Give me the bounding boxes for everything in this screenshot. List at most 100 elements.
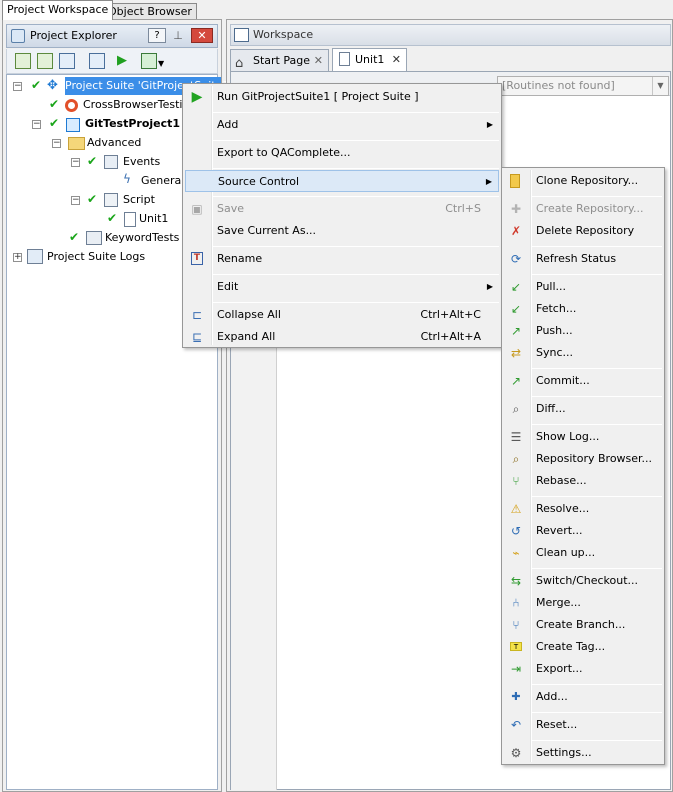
tree-item-advanced[interactable]: Advanced	[87, 134, 141, 152]
menu-item-switch-checkout[interactable]: ⇆ Switch/Checkout...	[504, 570, 662, 592]
tab-object-browser[interactable]: Object Browser	[103, 3, 197, 19]
check-icon: ✔	[107, 211, 118, 225]
menu-item-collapse-all[interactable]: ⊏ Collapse All Ctrl+Alt+C	[185, 304, 499, 326]
menu-item-delete-repository[interactable]: ✗ Delete Repository	[504, 220, 662, 242]
collapse-icon[interactable]: −	[13, 82, 22, 91]
tree-item-crossbrowsertesting[interactable]: CrossBrowserTesting	[83, 96, 196, 114]
menu-item-diff[interactable]: ⌕ Diff...	[504, 398, 662, 420]
tree-item-keywordtests[interactable]: KeywordTests	[105, 229, 179, 247]
menu-item-commit[interactable]: ↗ Commit...	[504, 370, 662, 392]
menu-item-rebase[interactable]: ⑂ Rebase...	[504, 470, 662, 492]
menu-item-rename[interactable]: T Rename	[185, 248, 499, 270]
add-new-item-icon[interactable]	[37, 53, 53, 69]
expand-icon[interactable]: +	[13, 253, 22, 262]
menu-item-export[interactable]: ⇥ Export...	[504, 658, 662, 680]
menu-item-reset[interactable]: ↶ Reset...	[504, 714, 662, 736]
menu-item-clone-repository[interactable]: Clone Repository...	[504, 170, 662, 192]
merge-icon: ⑃	[512, 596, 520, 610]
routines-dropdown[interactable]: [Routines not found] ▼	[497, 76, 669, 96]
menu-label: Merge...	[536, 596, 581, 609]
tab-project-workspace[interactable]: Project Workspace	[2, 0, 114, 20]
collapse-icon[interactable]: −	[52, 139, 61, 148]
menu-separator	[532, 396, 662, 397]
tree-item-label: Script	[123, 193, 155, 206]
tree-item-unit1[interactable]: Unit1	[139, 210, 168, 228]
run-icon[interactable]: ▶	[117, 53, 133, 69]
chevron-down-icon[interactable]: ▼	[158, 59, 164, 68]
menu-item-merge[interactable]: ⑃ Merge...	[504, 592, 662, 614]
menu-item-add[interactable]: ✚ Add...	[504, 686, 662, 708]
menu-item-save-current-as[interactable]: Save Current As...	[185, 220, 499, 242]
tag-icon: T	[510, 642, 522, 651]
menu-label: Save	[217, 202, 245, 215]
menu-item-add[interactable]: Add ▶	[185, 114, 499, 136]
menu-item-sync[interactable]: ⇄ Sync...	[504, 342, 662, 364]
submenu-arrow-icon: ▶	[485, 177, 492, 186]
repository-browser-icon: ⌕	[512, 452, 520, 466]
menu-item-create-tag[interactable]: T Create Tag...	[504, 636, 662, 658]
tree-item-script[interactable]: Script	[123, 191, 155, 209]
clone-repository-icon	[510, 174, 520, 188]
menu-label: Run GitProjectSuite1 [ Project Suite ]	[217, 90, 419, 103]
menu-label: Delete Repository	[536, 224, 635, 237]
menu-separator	[532, 496, 662, 497]
tree-item-project-suite-logs[interactable]: Project Suite Logs	[47, 248, 145, 266]
run-options-icon[interactable]	[141, 53, 157, 69]
export-icon: ⇥	[510, 662, 522, 676]
tree-item-label: GitTestProject1	[85, 117, 181, 130]
menu-separator	[213, 196, 499, 197]
close-tab-icon[interactable]: ✕	[392, 49, 401, 70]
tab-start-page[interactable]: ⌂ Start Page ✕	[230, 49, 329, 71]
menu-label: Source Control	[218, 175, 300, 188]
menu-item-run[interactable]: ▶ Run GitProjectSuite1 [ Project Suite ]	[185, 86, 499, 108]
menu-label: Create Repository...	[536, 202, 644, 215]
properties-icon[interactable]	[89, 53, 105, 69]
menu-item-create-branch[interactable]: ⑂ Create Branch...	[504, 614, 662, 636]
tree-item-gittestproject1[interactable]: GitTestProject1	[85, 115, 180, 133]
check-icon: ✔	[69, 230, 80, 244]
explorer-toolbar: ▶ ▼	[6, 49, 218, 74]
add-existing-item-icon[interactable]	[59, 53, 75, 69]
collapse-icon[interactable]: −	[71, 196, 80, 205]
menu-item-source-control[interactable]: Source Control ▶	[185, 170, 499, 192]
menu-separator	[213, 168, 499, 169]
menu-item-refresh-status[interactable]: ⟳ Refresh Status	[504, 248, 662, 270]
help-icon[interactable]: ?	[148, 28, 166, 43]
menu-item-pull[interactable]: ↙ Pull...	[504, 276, 662, 298]
menu-item-push[interactable]: ↗ Push...	[504, 320, 662, 342]
unit-file-icon	[339, 52, 350, 66]
collapse-icon[interactable]: −	[71, 158, 80, 167]
chevron-down-icon[interactable]: ▼	[652, 77, 668, 95]
close-tab-icon[interactable]: ✕	[314, 50, 323, 71]
menu-item-expand-all[interactable]: ⊑ Expand All Ctrl+Alt+A	[185, 326, 499, 348]
close-icon[interactable]: ✕	[191, 28, 213, 43]
menu-item-save[interactable]: ▣ Save Ctrl+S	[185, 198, 499, 220]
revert-icon: ↺	[510, 524, 522, 538]
check-icon: ✔	[87, 192, 98, 206]
check-icon: ✔	[87, 154, 98, 168]
menu-label: Reset...	[536, 718, 578, 731]
delete-repository-icon: ✗	[510, 224, 522, 238]
menu-item-settings[interactable]: ⚙ Settings...	[504, 742, 662, 764]
menu-item-clean-up[interactable]: ⌁ Clean up...	[504, 542, 662, 564]
add-item-icon[interactable]	[15, 53, 31, 69]
menu-item-create-repository[interactable]: ✚ Create Repository...	[504, 198, 662, 220]
menu-separator	[532, 568, 662, 569]
menu-label: Diff...	[536, 402, 566, 415]
tab-unit1[interactable]: Unit1 ✕	[332, 48, 407, 71]
menu-item-fetch[interactable]: ↙ Fetch...	[504, 298, 662, 320]
menu-item-edit[interactable]: Edit ▶	[185, 276, 499, 298]
collapse-icon[interactable]: −	[32, 120, 41, 129]
check-icon: ✔	[49, 97, 60, 111]
menu-item-revert[interactable]: ↺ Revert...	[504, 520, 662, 542]
menu-item-export-qacomplete[interactable]: Export to QAComplete...	[185, 142, 499, 164]
menu-item-repository-browser[interactable]: ⌕ Repository Browser...	[504, 448, 662, 470]
check-icon: ✔	[31, 78, 42, 92]
pin-icon[interactable]: ⊥	[171, 28, 185, 43]
tree-item-events[interactable]: Events	[123, 153, 160, 171]
lightning-icon: ϟ	[123, 172, 131, 186]
menu-item-show-log[interactable]: ☰ Show Log...	[504, 426, 662, 448]
fetch-icon: ↙	[510, 302, 522, 316]
menu-separator	[532, 246, 662, 247]
menu-item-resolve[interactable]: ⚠ Resolve...	[504, 498, 662, 520]
